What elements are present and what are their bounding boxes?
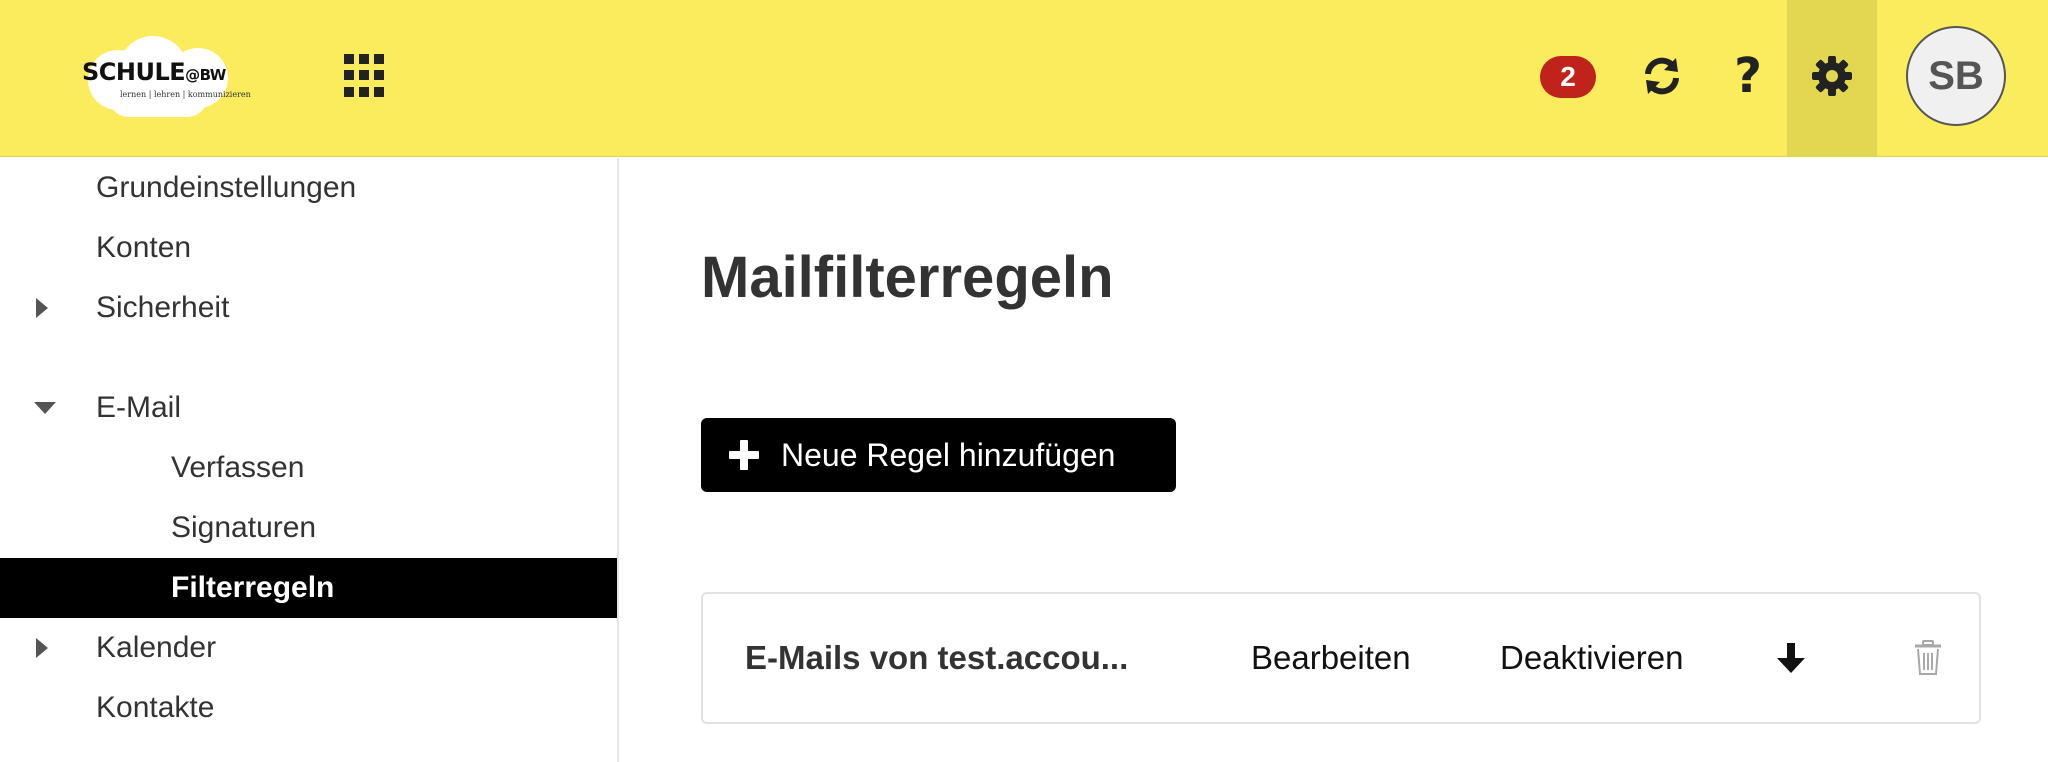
apps-grid-dot (374, 54, 384, 64)
edit-rule-link[interactable]: Bearbeiten (1251, 594, 1411, 722)
refresh-icon[interactable] (1632, 46, 1692, 106)
apps-grid-dot (359, 86, 369, 97)
gear-icon[interactable] (1802, 46, 1862, 106)
apps-grid-dot (374, 70, 384, 81)
page-title: Mailfilterregeln (701, 245, 1114, 310)
caret-right-icon[interactable] (36, 638, 48, 658)
sidebar-item-label: Sicherheit (96, 291, 230, 324)
schule-bw-logo[interactable]: SCHULE@BW lernen | lehren | kommuniziere… (78, 30, 251, 120)
sidebar-item-kontakte[interactable]: Kontakte (0, 678, 617, 738)
top-bar: SCHULE@BW lernen | lehren | kommuniziere… (0, 0, 2048, 157)
settings-sidebar: Grundeinstellungen Konten Sicherheit E-M… (0, 158, 619, 762)
logo-tagline: lernen | lehren | kommunizieren (120, 90, 251, 99)
sidebar-item-kalender[interactable]: Kalender (0, 618, 617, 678)
apps-grid-dot (359, 70, 369, 81)
apps-grid-dot (359, 54, 369, 64)
plus-icon (729, 440, 759, 470)
arrow-down-icon[interactable] (1773, 640, 1809, 676)
sidebar-item-grundeinstellungen[interactable]: Grundeinstellungen (0, 158, 617, 218)
logo-brand-text: SCHULE@BW (82, 58, 226, 86)
sidebar-item-label: Kontakte (96, 691, 215, 724)
caret-right-icon[interactable] (36, 298, 48, 318)
apps-grid-dot (344, 86, 354, 97)
deactivate-rule-link[interactable]: Deaktivieren (1500, 594, 1683, 722)
sidebar-item-label: Signaturen (171, 511, 317, 544)
rule-name: E-Mails von test.accou... (745, 639, 1129, 676)
trash-icon[interactable] (1913, 640, 1943, 676)
sidebar-item-filterregeln[interactable]: Filterregeln (0, 558, 617, 618)
apps-grid-dot (344, 54, 354, 64)
sidebar-item-label: E-Mail (96, 391, 182, 424)
sidebar-item-label: Konten (96, 231, 192, 264)
apps-grid-dot (374, 86, 384, 97)
add-rule-button[interactable]: Neue Regel hinzufügen (701, 418, 1176, 492)
caret-down-icon[interactable] (34, 402, 56, 414)
filter-rule-row: E-Mails von test.accou... Bearbeiten Dea… (701, 592, 1981, 724)
sidebar-item-signaturen[interactable]: Signaturen (0, 498, 617, 558)
sidebar-item-label: Filterregeln (171, 571, 335, 604)
user-avatar[interactable]: SB (1906, 26, 2006, 126)
notification-badge[interactable]: 2 (1540, 56, 1596, 98)
add-rule-button-label: Neue Regel hinzufügen (781, 436, 1116, 473)
sidebar-item-email[interactable]: E-Mail (0, 378, 617, 438)
sidebar-item-sicherheit[interactable]: Sicherheit (0, 278, 617, 338)
sidebar-item-verfassen[interactable]: Verfassen (0, 438, 617, 498)
apps-grid-dot (344, 70, 354, 81)
sidebar-item-label: Verfassen (171, 451, 305, 484)
main-content: Mailfilterregeln Neue Regel hinzufügen E… (621, 158, 2048, 762)
sidebar-item-label: Kalender (96, 631, 217, 664)
sidebar-item-konten[interactable]: Konten (0, 218, 617, 278)
sidebar-item-label: Grundeinstellungen (96, 171, 357, 204)
help-icon[interactable]: ? (1718, 46, 1778, 106)
apps-grid-icon[interactable] (344, 54, 388, 98)
